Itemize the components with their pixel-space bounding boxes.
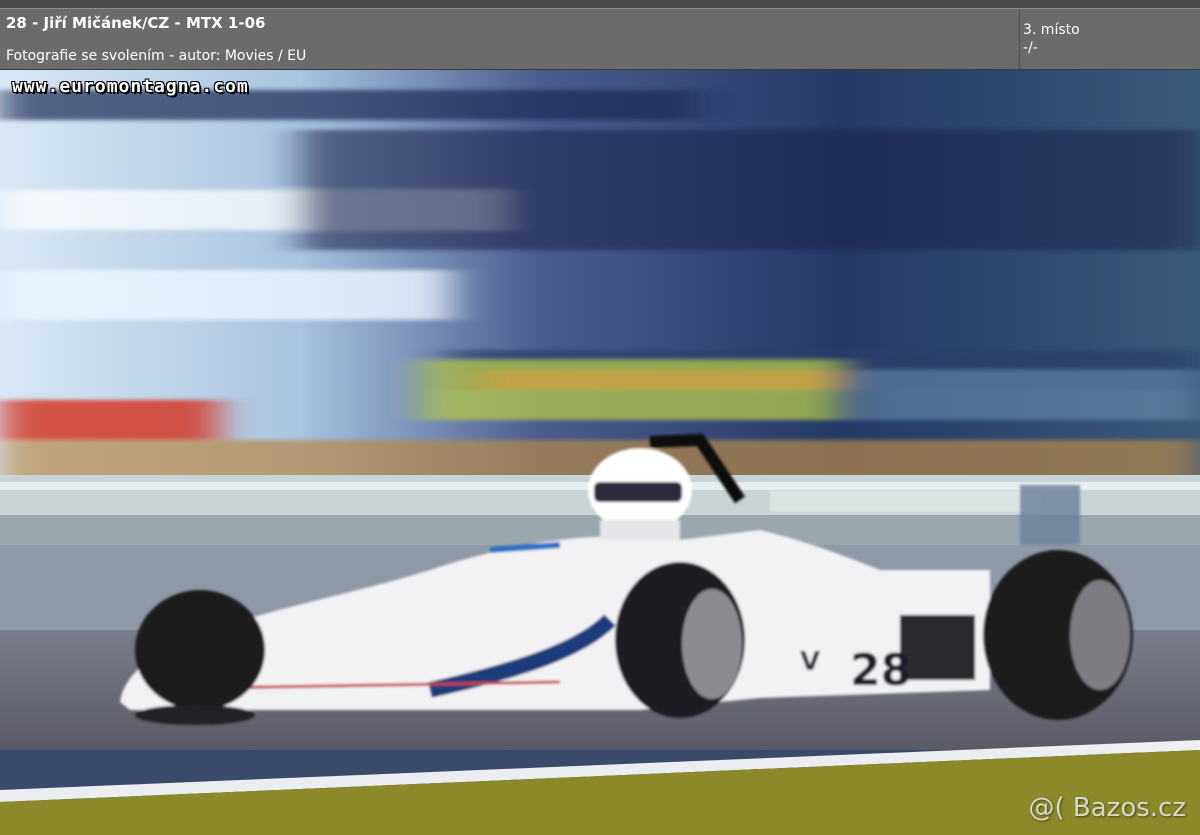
window-top-strip [0, 0, 1200, 8]
front-left-wheel [135, 590, 265, 710]
photo-title: 28 - Jiří Mičánek/CZ - MTX 1-06 [6, 14, 266, 32]
result-place: 3. místo [1023, 22, 1080, 38]
bazos-watermark: @( Bazos.cz [1028, 793, 1187, 823]
photo-caption-bar: 28 - Jiří Mičánek/CZ - MTX 1-06 Fotograf… [0, 8, 1200, 70]
photo-illustration: 28 28 V [0, 70, 1200, 835]
race-car-photo: 28 28 V www.euromontagna.com @( Bazos.cz [0, 70, 1200, 835]
caption-divider [1019, 9, 1020, 69]
euromontagna-watermark: www.euromontagna.com [12, 76, 249, 97]
caption-left: 28 - Jiří Mičánek/CZ - MTX 1-06 Fotograf… [6, 13, 306, 65]
result-time: -/- [1023, 40, 1038, 56]
car-number-side: 28 [850, 645, 911, 696]
photo-credit: Fotografie se svolením - autor: Movies /… [6, 48, 307, 64]
caption-right: 3. místo -/- [1023, 21, 1080, 57]
svg-text:V: V [800, 647, 820, 677]
